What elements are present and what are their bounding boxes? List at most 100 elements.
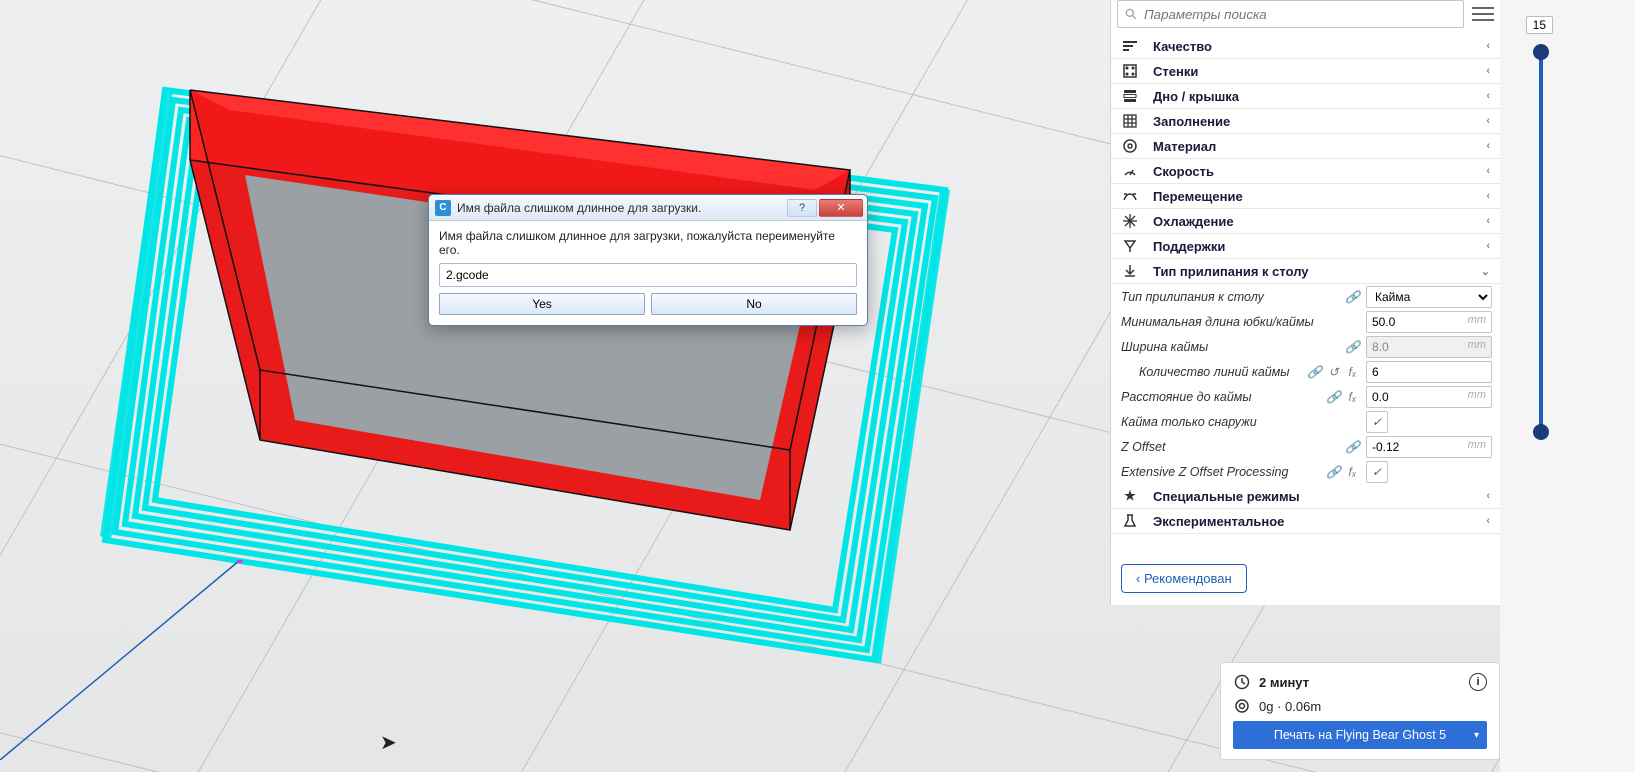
- chevron-left-icon: ‹: [1486, 65, 1490, 77]
- setting-adhesion-type: Тип прилипания к столу 🔗 Кайма: [1111, 284, 1500, 309]
- support-icon: [1121, 237, 1139, 255]
- speed-icon: [1121, 162, 1139, 180]
- category-label: Качество: [1153, 39, 1486, 54]
- category-cooling[interactable]: Охлаждение‹: [1111, 209, 1500, 234]
- category-material[interactable]: Материал‹: [1111, 134, 1500, 159]
- link-icon[interactable]: 🔗: [1326, 389, 1341, 404]
- adhesion-type-select[interactable]: Кайма: [1366, 286, 1492, 308]
- menu-icon[interactable]: [1472, 3, 1494, 25]
- cursor-icon: ➤: [380, 730, 397, 755]
- dialog-title: Имя файла слишком длинное для загрузки.: [457, 201, 785, 215]
- category-infill[interactable]: Заполнение‹: [1111, 109, 1500, 134]
- app-icon: C: [435, 200, 451, 216]
- topbottom-icon: [1121, 87, 1139, 105]
- category-label: Специальные режимы: [1153, 489, 1486, 504]
- setting-label: Extensive Z Offset Processing: [1121, 465, 1326, 479]
- recommended-button[interactable]: Рекомендован: [1121, 564, 1247, 593]
- category-topbottom[interactable]: Дно / крышка‹: [1111, 84, 1500, 109]
- setting-brim-lines: Количество линий каймы 🔗 ↺ fₓ: [1111, 359, 1500, 384]
- recommend-row: Рекомендован: [1121, 564, 1500, 593]
- clock-icon: [1233, 673, 1251, 691]
- walls-icon: [1121, 62, 1139, 80]
- setting-label: Тип прилипания к столу: [1121, 290, 1345, 304]
- unit-label: mm: [1468, 439, 1486, 451]
- cooling-icon: [1121, 212, 1139, 230]
- setting-z-offset: Z Offset 🔗 mm: [1111, 434, 1500, 459]
- chevron-left-icon: ‹: [1486, 115, 1490, 127]
- flask-icon: [1121, 512, 1139, 530]
- settings-panel: Качество‹ Стенки‹ Дно / крышка‹ Заполнен…: [1110, 0, 1500, 605]
- link-icon[interactable]: 🔗: [1345, 289, 1360, 304]
- category-special[interactable]: ★ Специальные режимы‹: [1111, 484, 1500, 509]
- setting-label: Количество линий каймы: [1121, 365, 1307, 379]
- layer-slider[interactable]: 15: [1511, 40, 1631, 460]
- category-speed[interactable]: Скорость‹: [1111, 159, 1500, 184]
- category-label: Скорость: [1153, 164, 1486, 179]
- reset-icon[interactable]: ↺: [1326, 364, 1341, 379]
- slider-knob-bottom[interactable]: [1533, 424, 1549, 440]
- unit-label: mm: [1468, 389, 1486, 401]
- search-input[interactable]: [1144, 7, 1457, 22]
- category-label: Стенки: [1153, 64, 1486, 79]
- close-button[interactable]: ✕: [819, 199, 863, 217]
- chevron-left-icon: ‹: [1486, 40, 1490, 52]
- layer-value-badge: 15: [1526, 16, 1553, 34]
- setting-label: Кайма только снаружи: [1121, 415, 1366, 429]
- print-button-label: Печать на Flying Bear Ghost 5: [1274, 728, 1446, 742]
- category-travel[interactable]: Перемещение‹: [1111, 184, 1500, 209]
- category-label: Тип прилипания к столу: [1153, 264, 1481, 279]
- spool-icon: [1233, 697, 1251, 715]
- unit-label: mm: [1468, 339, 1486, 351]
- fx-icon[interactable]: fₓ: [1345, 389, 1360, 404]
- unit-label: mm: [1468, 314, 1486, 326]
- category-label: Поддержки: [1153, 239, 1486, 254]
- brim-lines-input[interactable]: [1366, 361, 1492, 383]
- category-label: Материал: [1153, 139, 1486, 154]
- category-label: Дно / крышка: [1153, 89, 1486, 104]
- category-walls[interactable]: Стенки‹: [1111, 59, 1500, 84]
- link-icon[interactable]: 🔗: [1326, 464, 1341, 479]
- link-icon[interactable]: 🔗: [1345, 339, 1360, 354]
- category-quality[interactable]: Качество‹: [1111, 34, 1500, 59]
- setting-label: Z Offset: [1121, 440, 1345, 454]
- chevron-down-icon: ▾: [1474, 730, 1479, 741]
- slider-track: [1539, 50, 1543, 430]
- fx-icon[interactable]: fₓ: [1345, 464, 1360, 479]
- yes-button[interactable]: Yes: [439, 293, 645, 315]
- chevron-left-icon: ‹: [1486, 140, 1490, 152]
- category-support[interactable]: Поддержки‹: [1111, 234, 1500, 259]
- help-button[interactable]: ?: [787, 199, 817, 217]
- fx-icon[interactable]: fₓ: [1345, 364, 1360, 379]
- print-button[interactable]: Печать на Flying Bear Ghost 5 ▾: [1233, 721, 1487, 749]
- infill-icon: [1121, 112, 1139, 130]
- extensive-z-checkbox[interactable]: ✓: [1366, 461, 1388, 483]
- dialog-titlebar[interactable]: C Имя файла слишком длинное для загрузки…: [429, 195, 867, 221]
- chevron-left-icon: ‹: [1486, 215, 1490, 227]
- chevron-left-icon: ‹: [1486, 515, 1490, 527]
- category-label: Охлаждение: [1153, 214, 1486, 229]
- chevron-left-icon: ‹: [1486, 240, 1490, 252]
- print-mass: 0g · 0.06m: [1259, 699, 1487, 714]
- setting-min-length: Минимальная длина юбки/каймы mm: [1111, 309, 1500, 334]
- search-box[interactable]: [1117, 0, 1464, 28]
- setting-brim-distance: Расстояние до каймы 🔗fₓ mm: [1111, 384, 1500, 409]
- no-button[interactable]: No: [651, 293, 857, 315]
- category-label: Экспериментальное: [1153, 514, 1486, 529]
- link-icon[interactable]: 🔗: [1345, 439, 1360, 454]
- chevron-left-icon: ‹: [1486, 490, 1490, 502]
- setting-label: Минимальная длина юбки/каймы: [1121, 315, 1366, 329]
- rename-dialog: C Имя файла слишком длинное для загрузки…: [428, 194, 868, 326]
- star-icon: ★: [1121, 487, 1139, 505]
- info-icon[interactable]: i: [1469, 673, 1487, 691]
- category-adhesion[interactable]: Тип прилипания к столу⌄: [1111, 259, 1500, 284]
- chevron-left-icon: ‹: [1486, 190, 1490, 202]
- filename-input[interactable]: [439, 263, 857, 287]
- setting-label: Ширина каймы: [1121, 340, 1345, 354]
- link-icon[interactable]: 🔗: [1307, 364, 1322, 379]
- chevron-down-icon: ⌄: [1481, 265, 1490, 278]
- slider-knob-top[interactable]: [1533, 44, 1549, 60]
- model-preview: [40, 20, 1000, 740]
- brim-outside-checkbox[interactable]: ✓: [1366, 411, 1388, 433]
- quality-icon: [1121, 37, 1139, 55]
- category-experimental[interactable]: Экспериментальное‹: [1111, 509, 1500, 534]
